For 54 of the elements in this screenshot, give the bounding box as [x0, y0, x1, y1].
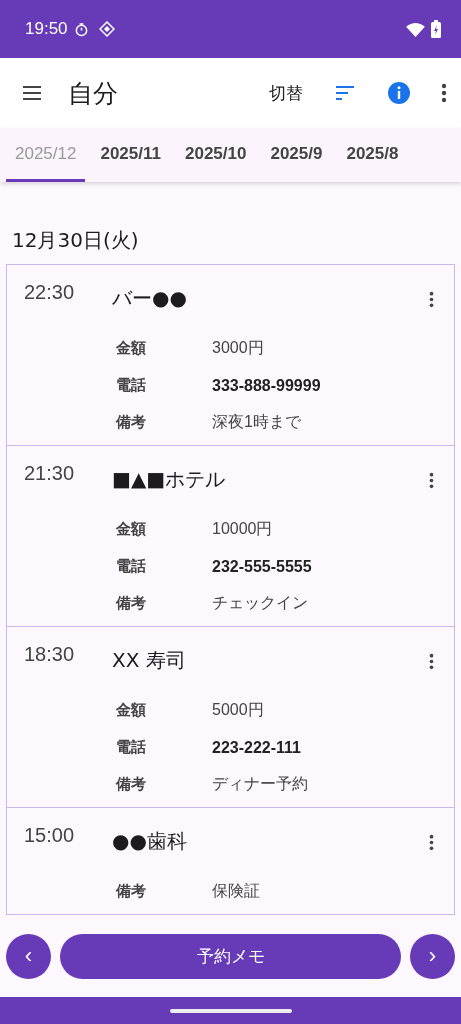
- more-icon[interactable]: [429, 834, 434, 851]
- battery-icon: [431, 20, 441, 38]
- more-icon[interactable]: [441, 83, 447, 103]
- date-header: 12月30日(火): [11, 227, 140, 254]
- previous-button[interactable]: ‹: [6, 933, 51, 979]
- field-label: 金額: [116, 520, 147, 539]
- field-label: 備考: [116, 413, 147, 432]
- month-tab[interactable]: 2025/11: [91, 128, 170, 182]
- field-label: 備考: [116, 775, 147, 794]
- field-value: 232-555-5555: [212, 557, 312, 576]
- info-icon[interactable]: [387, 81, 411, 105]
- entry-title: バー●●: [112, 285, 188, 312]
- field-value: ディナー予約: [212, 774, 308, 794]
- screen-title: 自分: [68, 77, 118, 110]
- entry-title: XX 寿司: [112, 647, 187, 674]
- entry-card[interactable]: 22:30 バー●● 金額 3000円 電話 333-888-99999 備考 深夜1時まで: [7, 265, 454, 446]
- month-tab[interactable]: 2025/8: [337, 128, 408, 182]
- entry-time: 18:30: [23, 643, 76, 666]
- field-label: 金額: [116, 701, 147, 720]
- next-button[interactable]: ›: [410, 933, 455, 979]
- entry-card[interactable]: 21:30 ■▲■ホテル 金額 10000円 電話 232-555-5555 備考 チェックイン: [7, 446, 454, 627]
- more-icon[interactable]: [429, 653, 434, 670]
- entry-time: 22:30: [23, 281, 76, 304]
- field-value: 保険証: [212, 881, 260, 901]
- field-value: 223-222-111: [212, 738, 301, 757]
- home-handle[interactable]: [169, 1008, 292, 1013]
- entry-card[interactable]: 15:00 ●●歯科 備考 保険証: [7, 808, 454, 915]
- diamond-icon: [98, 21, 115, 37]
- field-value: 10000円: [212, 519, 273, 539]
- entry-card[interactable]: 18:30 XX 寿司 金額 5000円 電話 223-222-111 備考 ディナー予約: [7, 627, 454, 808]
- more-icon[interactable]: [429, 291, 434, 308]
- entry-title: ●●歯科: [112, 828, 188, 855]
- field-label: 電話: [116, 738, 147, 757]
- status-time: 19:50: [25, 19, 68, 39]
- field-value: 333-888-99999: [212, 376, 321, 395]
- wifi-icon: [406, 21, 425, 37]
- switch-button[interactable]: 切替: [265, 77, 307, 109]
- entry-time: 15:00: [23, 824, 76, 847]
- field-label: 電話: [116, 376, 147, 395]
- field-label: 金額: [116, 339, 147, 358]
- field-label: 備考: [116, 882, 147, 901]
- more-icon[interactable]: [429, 472, 434, 489]
- field-value: チェックイン: [212, 593, 308, 613]
- memo-button[interactable]: 予約メモ: [60, 933, 401, 979]
- field-label: 電話: [116, 557, 147, 576]
- field-value: 5000円: [212, 700, 264, 720]
- entry-title: ■▲■ホテル: [112, 466, 227, 493]
- field-value: 3000円: [212, 338, 264, 358]
- month-tab[interactable]: 2025/10: [175, 128, 256, 182]
- field-value: 深夜1時まで: [212, 412, 301, 432]
- timer-icon: [73, 21, 89, 37]
- field-label: 備考: [116, 594, 147, 613]
- month-tab[interactable]: 2025/9: [261, 128, 332, 182]
- entry-time: 21:30: [23, 462, 76, 485]
